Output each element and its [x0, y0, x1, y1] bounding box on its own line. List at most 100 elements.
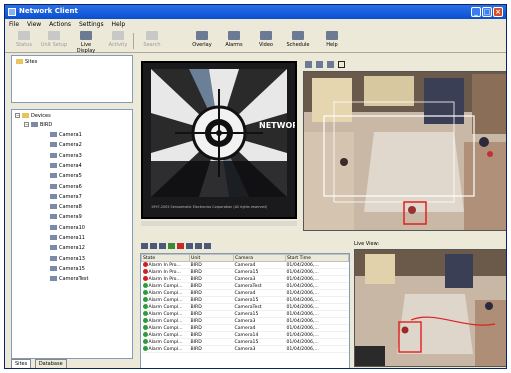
video1-scrollbar[interactable] — [141, 221, 297, 226]
alarm-camera: Camera4 — [233, 289, 286, 297]
tree-devices[interactable]: − Devices — [15, 113, 51, 119]
tree-camera[interactable]: Camera9 — [50, 214, 82, 220]
tree-camera[interactable]: Camera2 — [50, 142, 82, 148]
status-button[interactable]: Status — [9, 31, 39, 48]
camera-icon — [50, 235, 57, 240]
alarm-start-time: 01/04/2006,... — [285, 282, 349, 290]
tree-camera[interactable]: Camera12 — [50, 245, 85, 251]
menu-settings[interactable]: Settings — [79, 21, 104, 28]
alarm-row[interactable]: Alarm In Pro... BIRD Camera15 01/04/2006,..… — [141, 268, 349, 276]
alarm-row[interactable]: Alarm Compl... BIRD Camera15 01/04/2006,... — [141, 310, 349, 318]
video-button[interactable]: Video — [251, 31, 281, 48]
alarm-row[interactable]: Alarm Compl... BIRD CameraTest 01/04/2006,.… — [141, 303, 349, 311]
unit-setup-button[interactable]: Unit Setup — [39, 31, 69, 48]
filter-icon[interactable] — [141, 243, 148, 249]
tree-camera[interactable]: Camera3 — [50, 152, 82, 159]
close-button[interactable]: × — [493, 7, 503, 17]
alarm-unit: BIRD — [189, 275, 234, 283]
tree-camera[interactable]: Camera13 — [50, 255, 85, 262]
report-icon[interactable] — [195, 243, 202, 249]
alarm-start-time: 01/04/2006,... — [285, 317, 349, 325]
rectangle-icon[interactable] — [338, 61, 345, 68]
col-camera[interactable]: Camera — [233, 254, 286, 262]
alarm-unit: BIRD — [189, 268, 234, 276]
alarm-row[interactable]: Alarm Compl... BIRD Camera14 01/04/2006,... — [141, 331, 349, 339]
tree-camera[interactable]: Camera5 — [50, 173, 82, 179]
schedule-button[interactable]: Schedule — [283, 31, 313, 48]
minimize-button[interactable]: _ — [471, 7, 481, 17]
camera-icon — [50, 255, 57, 261]
alarm-row[interactable]: Alarm Compl... BIRD Camera4 01/04/2006,... — [141, 324, 349, 332]
alarm-start-time: 01/04/2006,... — [285, 324, 349, 332]
alarm-row[interactable]: Alarm Compl... BIRD Camera4 01/04/2006,... — [141, 289, 349, 297]
video-pane-1[interactable]: NETWOR 1997-2005 Sensormatic Electronics… — [141, 61, 297, 219]
alarm-row[interactable]: Alarm Compl... BIRD Camera3 01/04/2006,... — [141, 317, 349, 325]
alarms-button[interactable]: Alarms — [219, 31, 249, 48]
test-pattern-image — [143, 63, 295, 217]
tree-camera[interactable]: CameraTest — [50, 276, 88, 282]
alarm-row[interactable]: Alarm In Pro... BIRD Camera4 01/04/2006,... — [141, 261, 349, 269]
col-state[interactable]: State — [141, 254, 190, 262]
title-bar[interactable]: Network Client _ □ × — [5, 5, 506, 19]
tree-camera[interactable]: Camera7 — [50, 193, 82, 200]
overlay-button[interactable]: Overlay — [187, 31, 217, 48]
alarm-start-time: 01/04/2006,... — [285, 296, 349, 304]
alarm-row[interactable]: Alarm In Pro... BIRD Camera3 01/04/2006,... — [141, 275, 349, 283]
alarms-icon — [228, 31, 240, 40]
video-pane-3[interactable] — [354, 249, 506, 367]
app-window: Network Client _ □ × File View Actions S… — [4, 4, 507, 369]
alarm-row[interactable]: Alarm Compl... BIRD Camera15 01/04/2006,... — [141, 296, 349, 304]
eraser-icon[interactable] — [316, 61, 323, 68]
camera-icon — [50, 193, 57, 199]
video-pane-2[interactable] — [303, 71, 506, 231]
alarm-camera: Camera15 — [233, 310, 286, 318]
pen-icon[interactable] — [305, 61, 312, 68]
tree-camera[interactable]: Camera10 — [50, 224, 85, 231]
tab-database[interactable]: Database — [34, 359, 67, 368]
main-toolbar: Status Unit Setup Live Display Activity … — [5, 29, 506, 54]
live-display-button[interactable]: Live Display — [71, 31, 101, 54]
alarm-status-icon — [142, 346, 148, 351]
menu-file[interactable]: File — [9, 21, 19, 28]
alarm-state: Alarm Compl... — [141, 310, 190, 318]
copyright-text: 1997-2005 Sensormatic Electronics Corpor… — [151, 205, 268, 209]
camera-icon — [50, 204, 57, 210]
tree-camera[interactable]: Camera8 — [50, 204, 82, 210]
alarm-unit: BIRD — [189, 338, 234, 346]
video-watermark: NETWOR — [259, 121, 297, 130]
alarm-state: Alarm Compl... — [141, 331, 190, 339]
maximize-button[interactable]: □ — [482, 7, 492, 17]
print-icon[interactable] — [159, 243, 166, 249]
collapse-icon[interactable]: − — [15, 113, 20, 118]
menu-actions[interactable]: Actions — [49, 21, 71, 28]
tree-unit[interactable]: − BIRD — [24, 122, 52, 128]
tree-camera[interactable]: Camera15 — [50, 265, 85, 272]
help-button[interactable]: Help — [317, 31, 347, 48]
tree-camera[interactable]: Camera1 — [50, 132, 82, 138]
options-icon[interactable] — [186, 243, 193, 249]
activity-button[interactable]: Activity — [103, 31, 133, 48]
menu-view[interactable]: View — [27, 21, 41, 28]
tab-sites[interactable]: Sites — [11, 359, 32, 368]
sites-root[interactable]: Sites — [16, 59, 37, 65]
menu-help[interactable]: Help — [112, 21, 126, 28]
status-icon — [18, 31, 30, 40]
acknowledge-icon[interactable] — [168, 243, 175, 249]
delete-icon[interactable] — [177, 243, 184, 249]
save-icon[interactable] — [150, 243, 157, 249]
export-icon[interactable] — [204, 243, 211, 249]
tree-camera[interactable]: Camera11 — [50, 235, 85, 241]
tree-camera[interactable]: Camera6 — [50, 183, 82, 190]
alarm-status-icon — [142, 290, 148, 295]
alarm-start-time: 01/04/2006,... — [285, 268, 349, 276]
alarm-row[interactable]: Alarm Compl... BIRD CameraTest 01/04/2006,.… — [141, 282, 349, 290]
search-button[interactable]: Search — [137, 31, 167, 48]
alarm-row[interactable]: Alarm Compl... BIRD Camera3 01/04/2006,... — [141, 345, 349, 353]
tree-camera[interactable]: Camera4 — [50, 162, 82, 169]
col-start-time[interactable]: Start Time — [285, 254, 349, 262]
alarm-row[interactable]: Alarm Compl... BIRD Camera15 01/04/2006,... — [141, 338, 349, 346]
video-tools — [303, 59, 506, 71]
collapse-icon[interactable]: − — [24, 122, 29, 127]
col-unit[interactable]: Unit — [189, 254, 234, 262]
line-icon[interactable] — [327, 61, 334, 68]
